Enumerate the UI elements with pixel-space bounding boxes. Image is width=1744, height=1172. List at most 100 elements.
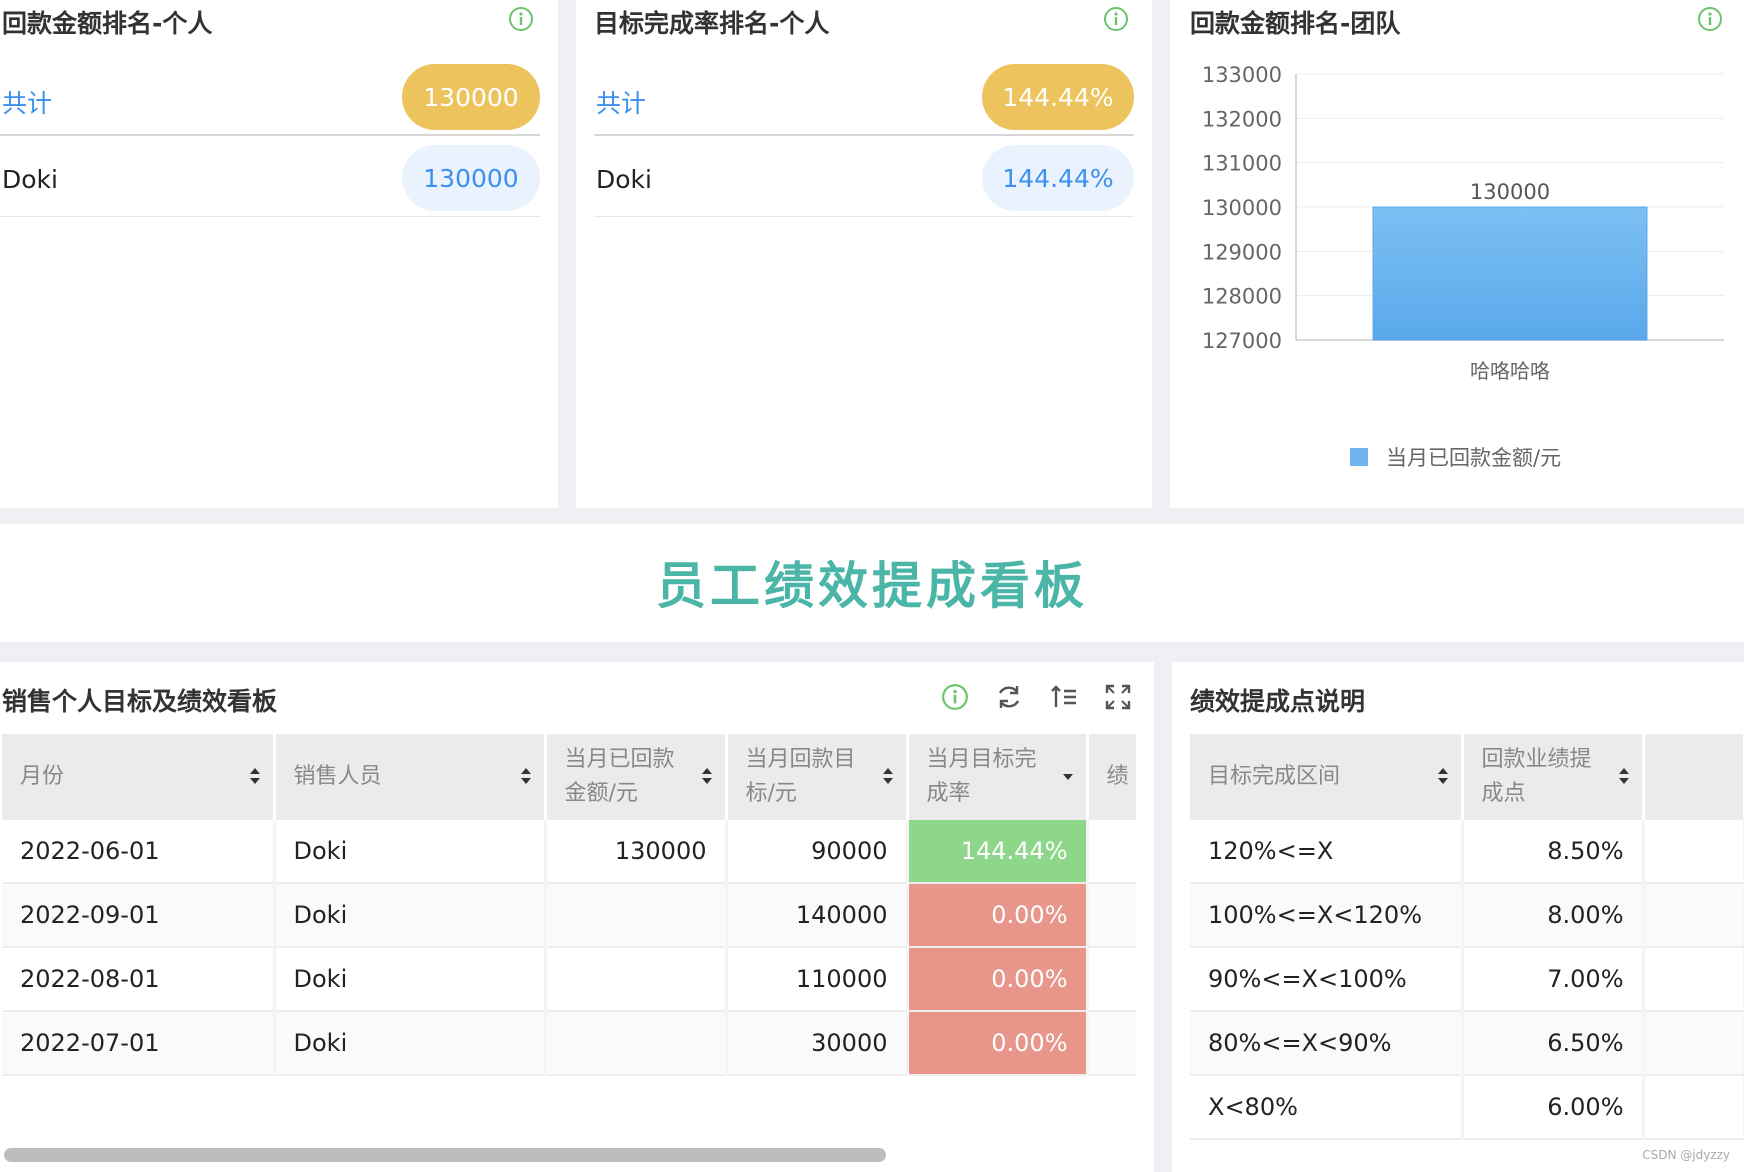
cell-month: 2022-09-01	[2, 883, 276, 948]
info-icon[interactable]	[941, 683, 969, 711]
cell-rate: 0.00%	[907, 883, 1089, 948]
cell-range: X<80%	[1190, 1075, 1464, 1140]
y-tick-label: 130000	[1202, 196, 1282, 220]
cell-empty	[1643, 883, 1744, 948]
x-tick-label: 哈咯哈咯	[1470, 359, 1550, 383]
table-row[interactable]: 2022-06-01 Doki 130000 90000 144.44%	[2, 820, 1136, 884]
total-label: 共计	[596, 89, 647, 118]
cell-received	[545, 1011, 728, 1076]
sort-icon[interactable]	[520, 766, 532, 786]
cell-received	[545, 883, 728, 948]
cell-range: 100%<=X<120%	[1190, 883, 1464, 948]
cell-rate: 0.00%	[907, 1011, 1089, 1076]
table-row[interactable]: 90%<=X<100% 7.00%	[1190, 947, 1744, 1012]
info-icon[interactable]	[508, 6, 534, 32]
bar-data-label: 130000	[1470, 180, 1550, 204]
watermark: CSDN @jdyzzy	[1642, 1148, 1730, 1162]
total-value-badge: 130000	[402, 64, 540, 130]
total-label: 共计	[2, 89, 53, 118]
cell-performance	[1087, 883, 1136, 948]
rank-personal-amount-card: 回款金额排名-个人 共计 130000 Doki 130000	[0, 0, 558, 508]
sort-icon[interactable]	[1618, 766, 1630, 786]
sales-table: 月份 销售人员 当月已回款 金额/元 当月回款目 标/元 当月目标完 成率 绩 …	[2, 734, 1136, 1076]
cell-month: 2022-07-01	[2, 1011, 276, 1076]
table-row[interactable]: X<80% 6.00%	[1190, 1075, 1744, 1140]
table-row[interactable]: 100%<=X<120% 8.00%	[1190, 883, 1744, 948]
info-icon[interactable]	[1103, 6, 1129, 32]
cell-point: 8.50%	[1462, 820, 1645, 884]
cell-point: 8.00%	[1462, 883, 1645, 948]
y-tick-label: 132000	[1202, 107, 1282, 131]
cell-received: 130000	[545, 820, 728, 884]
cell-point: 6.00%	[1462, 1075, 1645, 1140]
sort-icon[interactable]	[882, 766, 894, 786]
sort-icon[interactable]	[249, 766, 261, 786]
cell-received	[545, 947, 728, 1012]
cell-range: 80%<=X<90%	[1190, 1011, 1464, 1076]
horizontal-scrollbar[interactable]	[4, 1148, 886, 1162]
legend-label[interactable]: 当月已回款金额/元	[1386, 446, 1561, 470]
column-header-empty	[1643, 734, 1744, 820]
column-header-rate[interactable]: 当月目标完 成率	[907, 734, 1089, 820]
cell-range: 90%<=X<100%	[1190, 947, 1464, 1012]
rank-total-row: 共计 144.44%	[594, 62, 1134, 142]
table-row[interactable]: 120%<=X 8.50%	[1190, 820, 1744, 884]
fullscreen-icon[interactable]	[1104, 683, 1132, 711]
commission-table: 目标完成区间 回款业绩提 成点 120%<=X 8.50% 100%<=X<12…	[1190, 734, 1744, 1140]
table-row[interactable]: 2022-07-01 Doki 30000 0.00%	[2, 1011, 1136, 1076]
divider	[594, 134, 1134, 136]
divider	[0, 134, 540, 136]
table-row[interactable]: 80%<=X<90% 6.50%	[1190, 1011, 1744, 1076]
dashboard-title: 员工绩效提成看板	[656, 557, 1088, 615]
cell-month: 2022-08-01	[2, 947, 276, 1012]
commission-table-card: 绩效提成点说明 目标完成区间 回款业绩提 成点 120%<=X 8.50% 10…	[1172, 662, 1744, 1172]
column-header-received[interactable]: 当月已回款 金额/元	[545, 734, 728, 820]
sort-icon[interactable]	[701, 766, 713, 786]
team-bar-chart: 133000 132000 131000 130000 129000 128000 1270…	[1202, 63, 1724, 470]
table-row[interactable]: 2022-08-01 Doki 110000 0.00%	[2, 947, 1136, 1012]
rank-row[interactable]: Doki 144.44%	[594, 143, 1134, 223]
rank-value-badge: 144.44%	[982, 145, 1134, 211]
sales-table-card: 销售个人目标及绩效看板 月份 销售人员 当月已回款 金额/元 当月回款目 标/元…	[0, 662, 1154, 1172]
column-header-salesperson[interactable]: 销售人员	[274, 734, 547, 820]
sort-icon[interactable]	[1437, 766, 1449, 786]
card-title: 绩效提成点说明	[1190, 687, 1366, 716]
refresh-icon[interactable]	[995, 683, 1023, 711]
y-tick-label: 128000	[1202, 285, 1282, 309]
cell-empty	[1643, 820, 1744, 884]
cell-empty	[1643, 947, 1744, 1012]
cell-empty	[1643, 1011, 1744, 1076]
rank-row[interactable]: Doki 130000	[0, 143, 540, 223]
cell-salesperson-link[interactable]: Doki	[274, 1011, 547, 1076]
cell-salesperson-link[interactable]: Doki	[274, 883, 547, 948]
table-row[interactable]: 2022-09-01 Doki 140000 0.00%	[2, 883, 1136, 948]
total-value-badge: 144.44%	[982, 64, 1134, 130]
cell-salesperson-link[interactable]: Doki	[274, 947, 547, 1012]
y-tick-label: 133000	[1202, 63, 1282, 87]
cell-month: 2022-06-01	[2, 820, 276, 884]
legend-swatch	[1350, 448, 1368, 466]
table-header-row: 月份 销售人员 当月已回款 金额/元 当月回款目 标/元 当月目标完 成率 绩	[2, 734, 1136, 820]
cell-performance	[1087, 820, 1136, 884]
cell-target: 90000	[726, 820, 909, 884]
column-header-performance[interactable]: 绩	[1087, 734, 1136, 820]
cell-performance	[1087, 1011, 1136, 1076]
dashboard-banner: 员工绩效提成看板	[0, 524, 1744, 642]
cell-rate: 0.00%	[907, 947, 1089, 1012]
cell-salesperson-link[interactable]: Doki	[274, 820, 547, 884]
rank-personal-rate-card: 目标完成率排名-个人 共计 144.44% Doki 144.44%	[576, 0, 1152, 508]
card-title: 销售个人目标及绩效看板	[2, 687, 278, 716]
column-header-commission-point[interactable]: 回款业绩提 成点	[1462, 734, 1645, 820]
table-header-row: 目标完成区间 回款业绩提 成点	[1190, 734, 1744, 820]
column-header-month[interactable]: 月份	[2, 734, 276, 820]
column-header-target[interactable]: 当月回款目 标/元	[726, 734, 909, 820]
rank-team-card: 回款金额排名-团队 133000 132000 131000 130000 129000…	[1170, 0, 1744, 508]
sales-table-viewport[interactable]: 月份 销售人员 当月已回款 金额/元 当月回款目 标/元 当月目标完 成率 绩 …	[2, 734, 1136, 1154]
cell-performance	[1087, 947, 1136, 1012]
column-header-range[interactable]: 目标完成区间	[1190, 734, 1464, 820]
sort-desc-icon[interactable]	[1062, 766, 1074, 786]
sort-list-icon[interactable]	[1050, 683, 1078, 711]
cell-range: 120%<=X	[1190, 820, 1464, 884]
rank-name: Doki	[596, 165, 652, 194]
bar[interactable]	[1372, 206, 1648, 341]
